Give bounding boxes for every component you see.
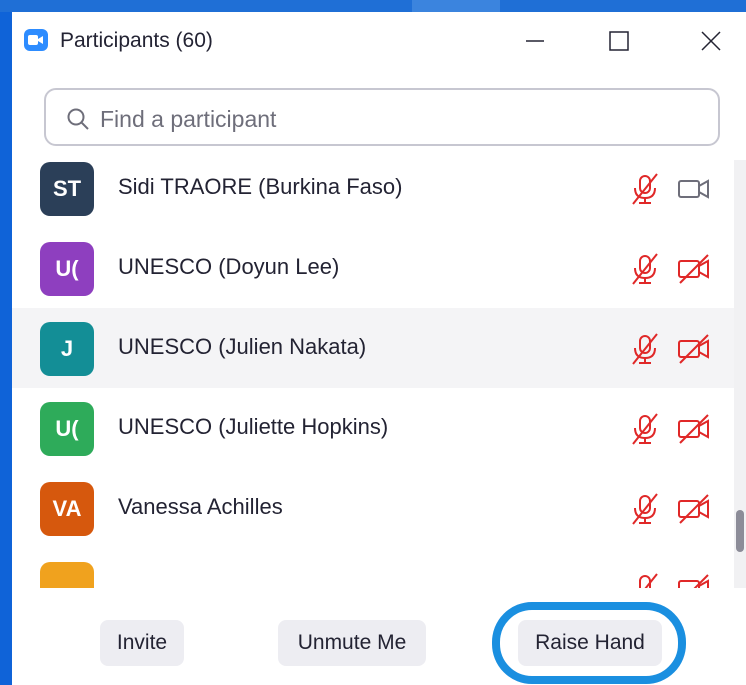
close-icon — [701, 31, 721, 51]
participant-avatar: U( — [40, 242, 94, 296]
search-input[interactable] — [98, 100, 702, 138]
scrollbar-thumb[interactable] — [736, 510, 744, 552]
participant-avatar: VA — [40, 482, 94, 536]
participant-name: UNESCO (Julien Nakata) — [118, 334, 367, 359]
window-title: Participants (60) — [60, 29, 213, 52]
title-bar: Participants (60) — [12, 12, 746, 70]
list-scrollbar[interactable] — [734, 160, 746, 588]
video-camera-icon[interactable] — [676, 172, 712, 211]
participant-row[interactable]: VA Vanessa Achilles — [12, 468, 734, 548]
participant-name: UNESCO (Doyun Lee) — [118, 254, 340, 279]
participant-row[interactable]: ST Sidi TRAORE (Burkina Faso) — [12, 160, 734, 228]
search-icon — [67, 108, 89, 130]
raise-hand-button[interactable]: Raise Hand — [518, 620, 662, 666]
participant-row[interactable]: U( UNESCO (Juliette Hopkins) — [12, 388, 734, 468]
participant-avatar — [40, 562, 94, 588]
participant-name: Vanessa Achilles — [118, 494, 283, 519]
participant-search[interactable] — [44, 88, 720, 146]
video-off-icon[interactable] — [676, 572, 712, 588]
participant-row[interactable]: U( UNESCO (Doyun Lee) — [12, 228, 734, 308]
minimize-button[interactable] — [512, 12, 558, 70]
minimize-icon — [526, 40, 544, 42]
microphone-muted-icon[interactable] — [628, 572, 662, 588]
microphone-muted-icon[interactable] — [628, 172, 662, 211]
participant-avatar: J — [40, 322, 94, 376]
participant-row[interactable]: J UNESCO (Julien Nakata) — [12, 308, 734, 388]
participant-list: ST Sidi TRAORE (Burkina Faso) U( UNESCO (D… — [12, 160, 734, 588]
microphone-muted-icon[interactable] — [628, 332, 662, 371]
video-off-icon[interactable] — [676, 332, 712, 371]
microphone-muted-icon[interactable] — [628, 412, 662, 451]
video-off-icon[interactable] — [676, 492, 712, 531]
background-strip-highlight — [412, 0, 500, 12]
microphone-muted-icon[interactable] — [628, 492, 662, 531]
participant-avatar: U( — [40, 402, 94, 456]
participant-name: Sidi TRAORE (Burkina Faso) — [118, 174, 403, 199]
maximize-icon — [609, 31, 629, 51]
unmute-me-button[interactable]: Unmute Me — [278, 620, 426, 666]
participants-window: Participants (60) ST Sidi TRAORE (Burkina… — [12, 12, 746, 685]
participant-name: UNESCO (Juliette Hopkins) — [118, 414, 389, 439]
maximize-button[interactable] — [596, 12, 642, 70]
video-off-icon[interactable] — [676, 252, 712, 291]
video-off-icon[interactable] — [676, 412, 712, 451]
zoom-logo-icon — [24, 29, 48, 51]
background-strip — [0, 0, 746, 12]
participant-avatar: ST — [40, 162, 94, 216]
close-button[interactable] — [688, 12, 734, 70]
invite-button[interactable]: Invite — [100, 620, 184, 666]
participant-row[interactable] — [12, 548, 734, 588]
footer-actions: Invite Unmute Me Raise Hand — [12, 588, 746, 685]
microphone-muted-icon[interactable] — [628, 252, 662, 291]
